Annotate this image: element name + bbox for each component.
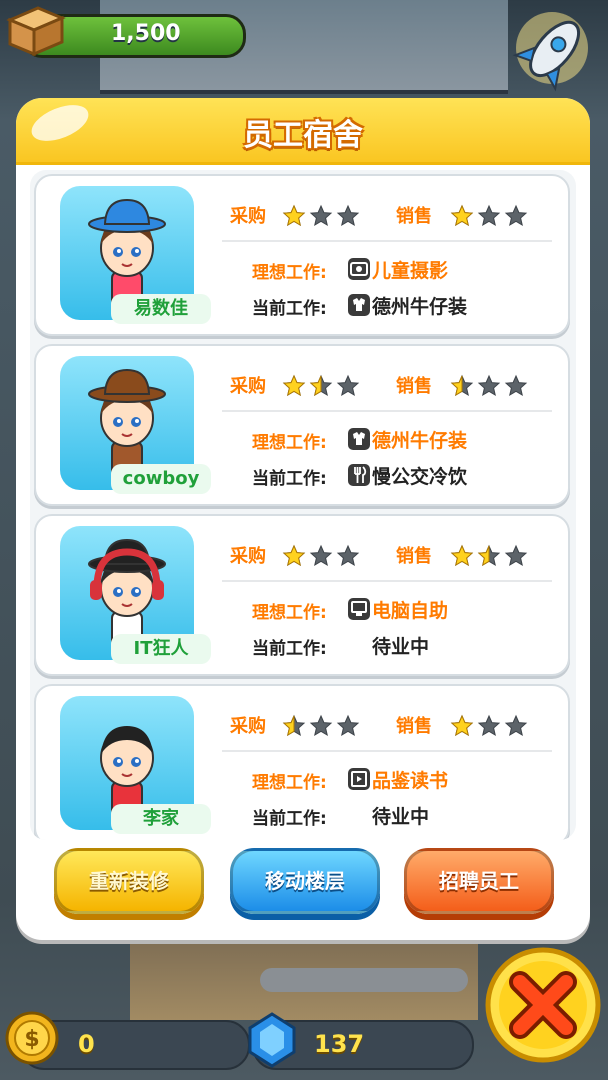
ideal-job-label: 理想工作:	[252, 773, 327, 793]
sales-star-icon	[477, 714, 501, 738]
top-coin-value: 1,500	[111, 21, 181, 46]
ideal-job-label: 理想工作:	[252, 603, 327, 623]
purchase-star-icon	[282, 204, 306, 228]
sales-star-icon	[450, 714, 474, 738]
ideal-job-value: 儿童摄影	[372, 260, 449, 282]
current-job-label: 当前工作:	[252, 469, 327, 489]
current-job-label: 当前工作:	[252, 299, 327, 319]
dialog-title: 员工宿舍	[243, 118, 363, 153]
purchase-star-icon	[282, 714, 306, 738]
employee-card[interactable]: 李家 采购 销售理想工作: 品鉴读书当前工作: 待业中	[34, 684, 570, 840]
purchase-star-icon	[336, 204, 360, 228]
fork-icon	[348, 464, 370, 486]
renovate-button[interactable]: 重新装修	[54, 848, 204, 914]
employee-card[interactable]: 易数佳 采购 销售理想工作: 儿童摄影当前工作: 德州牛仔装	[34, 174, 570, 336]
ideal-job-value: 德州牛仔装	[372, 430, 468, 452]
move-floor-button[interactable]: 移动楼层	[230, 848, 380, 914]
divider	[222, 410, 552, 412]
sales-star-icon	[477, 374, 501, 398]
close-button[interactable]	[484, 946, 602, 1064]
purchase-star-icon	[309, 714, 333, 738]
divider	[222, 580, 552, 582]
sales-star-icon	[450, 374, 474, 398]
svg-text:$: $	[24, 1027, 39, 1052]
camera-icon	[348, 258, 370, 280]
sales-star-icon	[477, 204, 501, 228]
purchase-star-icon	[282, 544, 306, 568]
purchase-star-icon	[309, 204, 333, 228]
sales-star-icon	[450, 204, 474, 228]
sales-star-icon	[504, 374, 528, 398]
crate-icon	[6, 6, 66, 57]
ideal-job-value: 品鉴读书	[372, 770, 449, 792]
current-job-value: 待业中	[372, 636, 430, 658]
sales-label: 销售	[396, 206, 432, 227]
sales-star-icon	[504, 714, 528, 738]
purchase-label: 采购	[230, 716, 266, 737]
employee-name: cowboy	[111, 464, 211, 494]
ideal-job-label: 理想工作:	[252, 433, 327, 453]
clothing-icon	[348, 294, 370, 316]
employee-card[interactable]: IT狂人 采购 销售理想工作: 电脑自助当前工作: 待业中	[34, 514, 570, 676]
employee-name: IT狂人	[111, 634, 211, 664]
purchase-label: 采购	[230, 206, 266, 227]
employee-name: 易数佳	[111, 294, 211, 324]
purchase-star-icon	[336, 714, 360, 738]
employee-card[interactable]: cowboy 采购 销售理想工作: 德州牛仔装当前工作: 慢公交冷饮	[34, 344, 570, 506]
sales-star-icon	[477, 544, 501, 568]
purchase-star-icon	[309, 544, 333, 568]
purchase-star-icon	[282, 374, 306, 398]
divider	[222, 750, 552, 752]
book-icon	[348, 768, 370, 790]
employee-list[interactable]: 易数佳 采购 销售 理想工作: 儿童摄影 当前工作: 德州牛仔装 cowboy 采购 销售 理想工作…	[30, 170, 576, 840]
rocket-icon[interactable]	[512, 8, 592, 94]
bottom-gem-value: 137	[314, 1030, 365, 1058]
bottom-coin-value: 0	[78, 1030, 95, 1058]
current-job-label: 当前工作:	[252, 809, 327, 829]
ideal-job-value: 电脑自助	[372, 600, 449, 622]
purchase-star-icon	[336, 544, 360, 568]
gem-icon	[248, 1012, 296, 1068]
purchase-star-icon	[336, 374, 360, 398]
employee-name: 李家	[111, 804, 211, 834]
dialog-header: 员工宿舍	[16, 97, 590, 165]
dormitory-dialog: 员工宿舍 易数佳 采购 销售 理想工作: 儿童摄影 当前工作: 德州牛仔装 cowboy 采购销…	[16, 97, 590, 940]
purchase-star-icon	[309, 374, 333, 398]
sales-star-icon	[504, 204, 528, 228]
background-conveyor	[260, 968, 468, 992]
coin-icon: $	[5, 1011, 59, 1065]
sales-label: 销售	[396, 376, 432, 397]
divider	[222, 240, 552, 242]
sales-star-icon	[450, 544, 474, 568]
ideal-job-label: 理想工作:	[252, 263, 327, 283]
sales-star-icon	[504, 544, 528, 568]
current-job-value: 待业中	[372, 806, 430, 828]
purchase-label: 采购	[230, 376, 266, 397]
current-job-label: 当前工作:	[252, 639, 327, 659]
current-job-value: 德州牛仔装	[372, 296, 468, 318]
sales-label: 销售	[396, 546, 432, 567]
computer-icon	[348, 598, 370, 620]
hire-employee-button[interactable]: 招聘员工	[404, 848, 554, 914]
sales-label: 销售	[396, 716, 432, 737]
purchase-label: 采购	[230, 546, 266, 567]
current-job-value: 慢公交冷饮	[372, 466, 468, 488]
clothing-icon	[348, 428, 370, 450]
